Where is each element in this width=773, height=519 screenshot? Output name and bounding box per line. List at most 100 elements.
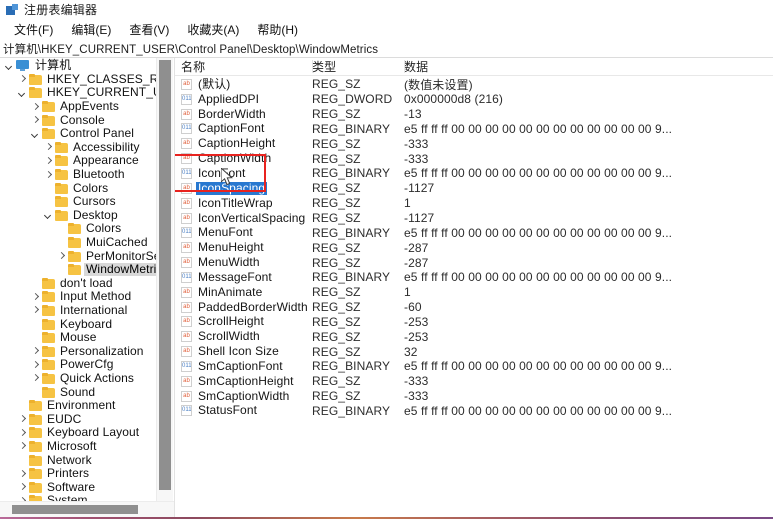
chevron-down-icon[interactable] xyxy=(30,128,41,139)
tree-node-label: System xyxy=(47,493,88,501)
tree-node-accessibility[interactable]: Accessibility xyxy=(0,140,156,155)
table-row[interactable]: ab IconVerticalSpacing REG_SZ -1127 xyxy=(175,211,773,226)
chevron-right-icon[interactable] xyxy=(30,115,41,126)
table-row[interactable]: 011 IconFont REG_BINARY e5 ff ff ff 00 00 0… xyxy=(175,166,773,181)
table-row[interactable]: ab IconTitleWrap REG_SZ 1 xyxy=(175,196,773,211)
table-row[interactable]: ab SmCaptionHeight REG_SZ -333 xyxy=(175,374,773,389)
menu-view[interactable]: 查看(V) xyxy=(120,20,178,40)
value-name-cell: 011 StatusFont xyxy=(175,404,312,417)
table-row[interactable]: ab CaptionWidth REG_SZ -333 xyxy=(175,151,773,166)
chevron-right-icon[interactable] xyxy=(43,142,54,153)
tree-node-software[interactable]: Software xyxy=(0,480,156,494)
tree-node-permonitorsettin[interactable]: PerMonitorSettin xyxy=(0,249,156,263)
chevron-right-icon[interactable] xyxy=(17,74,28,85)
binary-value-icon: 011 xyxy=(181,167,192,179)
chevron-right-icon[interactable] xyxy=(30,373,41,384)
tree-node-input-method[interactable]: Input Method xyxy=(0,290,156,304)
chevron-right-icon[interactable] xyxy=(17,414,28,425)
tree-node-system[interactable]: System xyxy=(0,494,156,501)
tree-node-sound[interactable]: Sound xyxy=(0,385,156,399)
chevron-right-icon[interactable] xyxy=(43,155,54,166)
tree-node-[interactable]: 计算机 xyxy=(0,59,156,73)
tree-node-colors[interactable]: Colors xyxy=(0,222,156,236)
tree-node-don-t-load[interactable]: don't load xyxy=(0,276,156,291)
table-row[interactable]: 011 AppliedDPI REG_DWORD 0x000000d8 (216) xyxy=(175,92,773,107)
tree-node-console[interactable]: Console xyxy=(0,113,156,127)
chevron-right-icon[interactable] xyxy=(17,482,28,493)
value-name-cell: ab Shell Icon Size xyxy=(175,345,312,358)
tree-node-quick-actions[interactable]: Quick Actions xyxy=(0,370,156,386)
table-row[interactable]: 011 MenuFont REG_BINARY e5 ff ff ff 00 00 0… xyxy=(175,225,773,240)
chevron-right-icon[interactable] xyxy=(17,427,28,438)
tree-node-keyboard-layout[interactable]: Keyboard Layout xyxy=(0,426,156,440)
tree-node-environment[interactable]: Environment xyxy=(0,399,156,413)
tree-node-muicached[interactable]: MuiCached xyxy=(0,236,156,250)
chevron-right-icon[interactable] xyxy=(17,441,28,452)
table-row[interactable]: ab (默认) REG_SZ (数值未设置) xyxy=(175,77,773,92)
table-row[interactable]: ab Shell Icon Size REG_SZ 32 xyxy=(175,344,773,359)
menu-favorites[interactable]: 收藏夹(A) xyxy=(178,20,248,40)
tree-node-keyboard[interactable]: Keyboard xyxy=(0,317,156,331)
tree-horizontal-scrollbar[interactable] xyxy=(0,501,174,517)
tree-node-powercfg[interactable]: PowerCfg xyxy=(0,358,156,372)
table-row[interactable]: ab MinAnimate REG_SZ 1 xyxy=(175,285,773,300)
table-row[interactable]: ab PaddedBorderWidth REG_SZ -60 xyxy=(175,300,773,315)
tree-node-bluetooth[interactable]: Bluetooth xyxy=(0,168,156,182)
table-row[interactable]: 011 MessageFont REG_BINARY e5 ff ff ff 00 0… xyxy=(175,270,773,285)
chevron-down-icon[interactable] xyxy=(17,87,28,98)
tree-node-printers[interactable]: Printers xyxy=(0,467,156,481)
tree-node-personalization[interactable]: Personalization xyxy=(0,344,156,358)
chevron-down-icon[interactable] xyxy=(4,60,15,71)
menu-help[interactable]: 帮助(H) xyxy=(248,20,307,40)
value-name-cell: ab SmCaptionHeight xyxy=(175,375,312,388)
table-row[interactable]: ab BorderWidth REG_SZ -13 xyxy=(175,107,773,122)
table-row[interactable]: ab MenuWidth REG_SZ -287 xyxy=(175,255,773,270)
table-row[interactable]: ab IconSpacing REG_SZ -1127 xyxy=(175,181,773,196)
binary-value-icon: 011 xyxy=(181,93,192,105)
menu-file[interactable]: 文件(F) xyxy=(5,20,62,40)
chevron-right-icon[interactable] xyxy=(30,101,41,112)
tree-horizontal-scrollbar-thumb[interactable] xyxy=(12,505,138,514)
chevron-right-icon[interactable] xyxy=(43,169,54,180)
tree-node-appevents[interactable]: AppEvents xyxy=(0,100,156,114)
table-row[interactable]: ab ScrollWidth REG_SZ -253 xyxy=(175,329,773,344)
tree-node-microsoft[interactable]: Microsoft xyxy=(0,439,156,454)
tree-node-control-panel[interactable]: Control Panel xyxy=(0,127,156,141)
tree-node-hkey-classes-root[interactable]: HKEY_CLASSES_ROOT xyxy=(0,72,156,87)
table-row[interactable]: ab ScrollHeight REG_SZ -253 xyxy=(175,315,773,330)
chevron-right-icon[interactable] xyxy=(30,346,41,357)
tree-node-hkey-current-user[interactable]: HKEY_CURRENT_USER xyxy=(0,86,156,100)
tree-node-appearance[interactable]: Appearance xyxy=(0,154,156,168)
chevron-right-icon[interactable] xyxy=(30,359,41,370)
value-name-cell: ab ScrollWidth xyxy=(175,330,312,343)
tree-node-mouse[interactable]: Mouse xyxy=(0,331,156,345)
chevron-right-icon[interactable] xyxy=(30,305,41,316)
chevron-right-icon[interactable] xyxy=(56,251,67,262)
tree-node-label: Quick Actions xyxy=(60,370,134,385)
tree-node-windowmetrics[interactable]: WindowMetrics xyxy=(0,263,156,277)
column-header-data[interactable]: 数据 xyxy=(404,58,773,75)
table-row[interactable]: ab SmCaptionWidth REG_SZ -333 xyxy=(175,389,773,404)
chevron-down-icon[interactable] xyxy=(43,210,54,221)
table-row[interactable]: ab CaptionHeight REG_SZ -333 xyxy=(175,136,773,151)
chevron-right-icon[interactable] xyxy=(17,468,28,479)
table-row[interactable]: ab MenuHeight REG_SZ -287 xyxy=(175,240,773,255)
column-header-name[interactable]: 名称 xyxy=(175,58,312,75)
table-row[interactable]: 011 StatusFont REG_BINARY e5 ff ff ff 00 00… xyxy=(175,404,773,419)
table-row[interactable]: 011 CaptionFont REG_BINARY e5 ff ff ff 00 0… xyxy=(175,122,773,137)
tree-node-desktop[interactable]: Desktop xyxy=(0,208,156,223)
tree-vertical-scrollbar[interactable] xyxy=(156,58,173,501)
tree-node-network[interactable]: Network xyxy=(0,453,156,467)
tree-node-colors[interactable]: Colors xyxy=(0,181,156,195)
tree-node-eudc[interactable]: EUDC xyxy=(0,412,156,426)
chevron-right-icon[interactable] xyxy=(30,291,41,302)
tree-node-international[interactable]: International xyxy=(0,303,156,318)
tree-node-cursors[interactable]: Cursors xyxy=(0,195,156,209)
column-header-type[interactable]: 类型 xyxy=(312,58,404,75)
table-row[interactable]: 011 SmCaptionFont REG_BINARY e5 ff ff ff 00… xyxy=(175,359,773,374)
value-data: -253 xyxy=(404,314,429,329)
menu-edit[interactable]: 编辑(E) xyxy=(62,20,120,40)
value-type: REG_SZ xyxy=(312,285,361,300)
address-bar[interactable]: 计算机\HKEY_CURRENT_USER\Control Panel\Desk… xyxy=(0,40,773,58)
tree-vertical-scrollbar-thumb[interactable] xyxy=(159,60,171,490)
